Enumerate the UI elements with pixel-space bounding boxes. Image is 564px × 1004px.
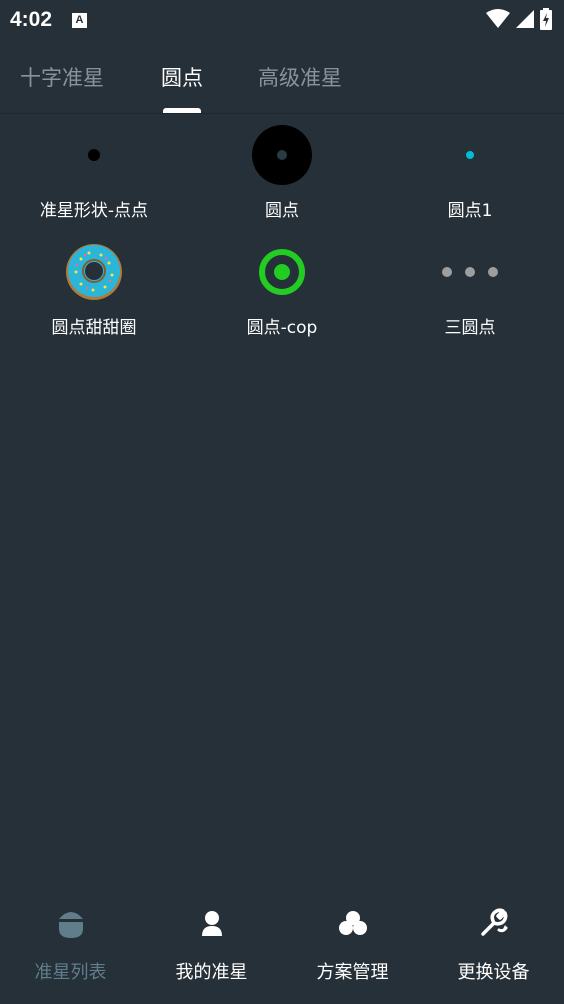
crosshair-item[interactable]: 圆点甜甜圈: [0, 237, 188, 353]
nav-scheme-manage[interactable]: 方案管理: [282, 892, 423, 1004]
wrench-icon: [477, 906, 511, 940]
tab-advanced[interactable]: 高级准星: [258, 62, 342, 92]
nav-label: 更换设备: [457, 962, 530, 983]
nav-label: 准星列表: [34, 962, 107, 983]
green-ring-dot-icon: [247, 237, 317, 307]
three-dots-icon: [435, 237, 505, 307]
signal-icon: [516, 10, 534, 28]
crosshair-label: 圆点甜甜圈: [51, 318, 137, 338]
tab-crosshair[interactable]: 十字准星: [20, 62, 104, 92]
status-icons: [486, 8, 552, 30]
crosshair-label: 圆点-cop: [246, 318, 318, 338]
crosshair-item[interactable]: 圆点1: [376, 120, 564, 236]
teal-dot-icon: [435, 120, 505, 190]
user-icon: [195, 906, 229, 940]
wifi-icon: [486, 9, 510, 28]
nav-my-crosshair[interactable]: 我的准星: [141, 892, 282, 1004]
crosshair-item[interactable]: 圆点: [188, 120, 376, 236]
crosshair-item[interactable]: 准星形状-点点: [0, 120, 188, 236]
black-circle-dot-icon: [247, 120, 317, 190]
nav-change-device[interactable]: 更换设备: [423, 892, 564, 1004]
small-black-dot-icon: [59, 120, 129, 190]
tab-dot[interactable]: 圆点: [161, 62, 203, 92]
crosshair-label: 三圆点: [444, 318, 496, 338]
notification-icon: A: [72, 12, 88, 28]
crosshair-label: 圆点: [265, 201, 299, 221]
nav-label: 我的准星: [175, 962, 248, 983]
crosshair-item[interactable]: 圆点-cop: [188, 237, 376, 353]
bottom-nav: 准星列表 我的准星 方案管理 更换设备: [0, 892, 564, 1004]
crosshair-label: 圆点1: [447, 201, 493, 221]
tab-indicator: [163, 108, 201, 113]
battery-charging-icon: [540, 8, 552, 30]
tab-bar: 十字准星 圆点 高级准星: [0, 40, 564, 114]
nav-crosshair-list[interactable]: 准星列表: [0, 892, 141, 1004]
status-bar: 4:02 A: [0, 0, 564, 40]
crosshair-label: 准星形状-点点: [39, 201, 149, 221]
club-icon: [336, 906, 370, 940]
donut-icon: [59, 237, 129, 307]
crosshair-list-icon: [54, 906, 88, 940]
crosshair-item[interactable]: 三圆点: [376, 237, 564, 353]
status-time: 4:02: [10, 8, 53, 31]
nav-label: 方案管理: [316, 962, 389, 983]
